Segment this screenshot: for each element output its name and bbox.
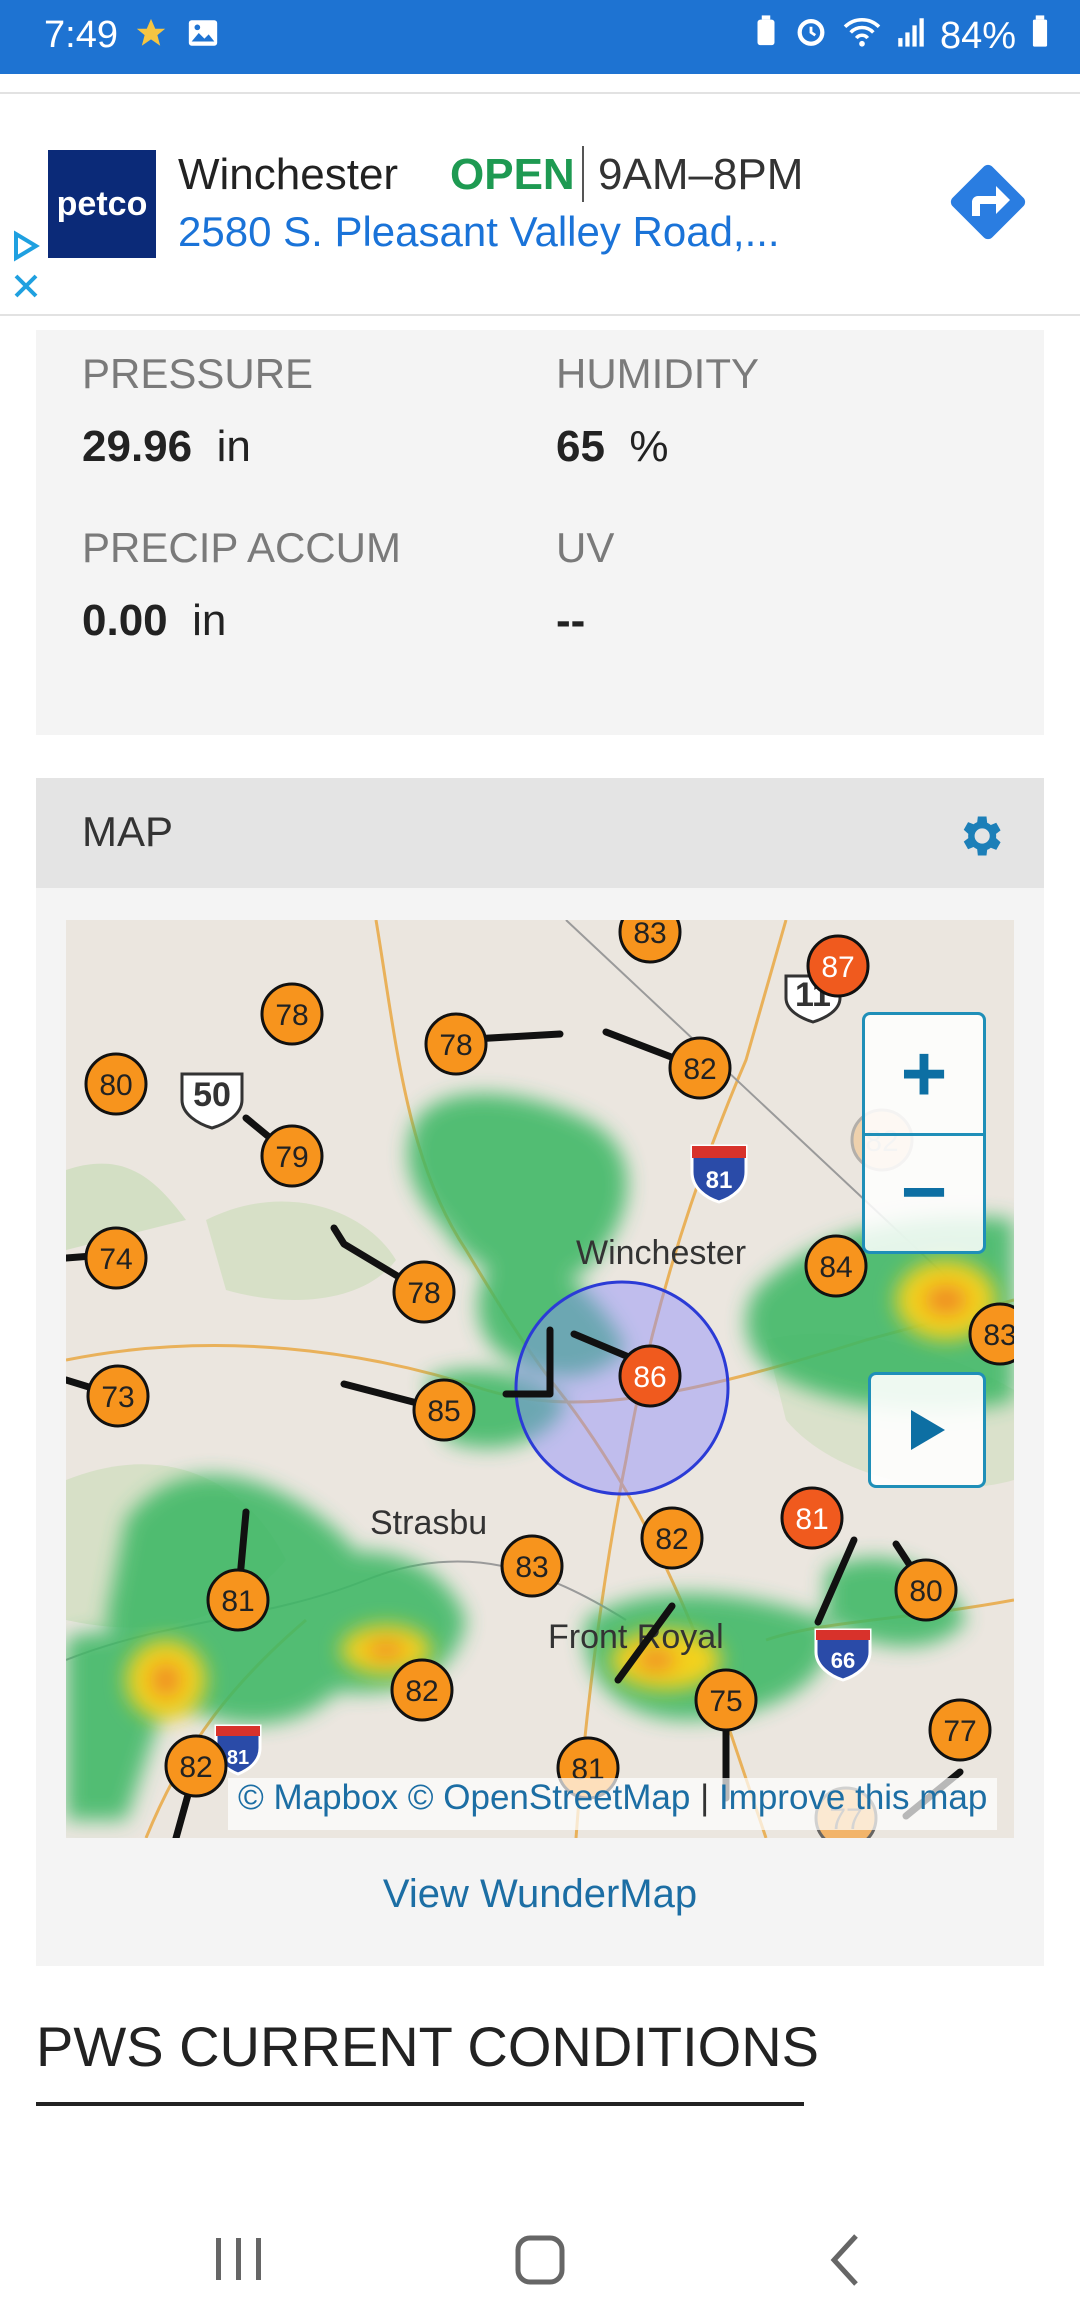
ad-address-link[interactable]: 2580 S. Pleasant Valley Road,... — [178, 208, 780, 256]
station-value: 82 — [405, 1675, 438, 1708]
station-value: 78 — [439, 1029, 472, 1062]
ad-divider — [582, 146, 584, 202]
ad-hours: 9AM–8PM — [598, 150, 804, 199]
station-value: 84 — [819, 1251, 852, 1284]
signal-icon — [896, 14, 926, 58]
ad-open-status: OPEN — [450, 150, 575, 199]
station-marker[interactable]: 82 — [164, 1734, 228, 1798]
station-marker[interactable]: 82 — [640, 1506, 704, 1570]
battery-percent: 84% — [939, 14, 1016, 57]
station-value: 75 — [709, 1685, 742, 1718]
status-bar: 7:49 84% — [0, 0, 1080, 74]
battery-icon — [1030, 14, 1050, 58]
station-marker[interactable]: 80 — [84, 1052, 148, 1116]
pws-heading-underline — [36, 2102, 804, 2106]
svg-text:81: 81 — [706, 1167, 733, 1194]
station-value: 83 — [515, 1551, 548, 1584]
view-wundermap-link[interactable]: View WunderMap — [0, 1872, 1080, 1917]
station-marker[interactable]: 84 — [804, 1234, 868, 1298]
station-marker[interactable]: 85 — [412, 1378, 476, 1442]
status-time: 7:49 — [44, 14, 118, 56]
system-nav-bar — [0, 2196, 1080, 2316]
map-header: MAP — [36, 778, 1044, 888]
ad-store-name: Winchester — [178, 150, 399, 199]
home-button[interactable] — [515, 2235, 565, 2285]
place-strasburg: Strasbu — [370, 1504, 487, 1542]
map-title: MAP — [82, 808, 174, 855]
station-value: 82 — [655, 1523, 688, 1556]
attribution-separator: | — [700, 1778, 710, 1817]
station-marker[interactable]: 80 — [894, 1558, 958, 1622]
directions-icon[interactable] — [940, 154, 1036, 255]
station-marker[interactable]: 77 — [928, 1698, 992, 1762]
station-value: 79 — [275, 1141, 308, 1174]
conditions-card: PRESSURE 29.96 in HUMIDITY 65 % PRECIP A… — [36, 330, 1044, 735]
back-button[interactable] — [830, 2234, 858, 2286]
ad-banner[interactable]: petco Winchester OPEN 9AM–8PM 2580 S. Pl… — [0, 92, 1080, 316]
station-value: 82 — [683, 1053, 716, 1086]
mapbox-link[interactable]: © Mapbox — [238, 1778, 398, 1817]
humidity-label: HUMIDITY — [556, 350, 759, 397]
station-marker[interactable]: 75 — [694, 1668, 758, 1732]
station-value: 78 — [407, 1277, 440, 1310]
station-marker[interactable]: 82 — [668, 1036, 732, 1100]
station-marker[interactable]: 78 — [424, 1012, 488, 1076]
zoom-out-button[interactable]: − — [865, 1133, 983, 1251]
station-marker[interactable]: 81 — [780, 1486, 844, 1550]
svg-text:66: 66 — [831, 1648, 855, 1673]
gear-icon[interactable] — [954, 810, 1006, 867]
place-winchester: Winchester — [576, 1234, 746, 1272]
svg-text:81: 81 — [227, 1747, 249, 1769]
station-value: 80 — [99, 1069, 132, 1102]
svg-text:50: 50 — [193, 1076, 231, 1114]
station-marker[interactable]: 86 — [618, 1344, 682, 1408]
zoom-control: + − — [862, 1012, 986, 1254]
station-value: 77 — [943, 1715, 976, 1748]
station-value: 83 — [983, 1319, 1014, 1352]
station-value: 82 — [179, 1751, 212, 1784]
battery-saver-icon — [752, 14, 780, 58]
station-marker[interactable]: 78 — [392, 1260, 456, 1324]
station-value: 81 — [795, 1503, 828, 1536]
station-value: 85 — [427, 1395, 460, 1428]
precip-value: 0.00 in — [82, 596, 227, 645]
alarm-icon — [794, 14, 828, 58]
humidity-value: 65 % — [556, 422, 669, 471]
station-value: 81 — [221, 1585, 254, 1618]
gallery-icon — [186, 16, 220, 55]
station-value: 83 — [633, 920, 666, 950]
station-marker[interactable]: 79 — [260, 1124, 324, 1188]
station-marker[interactable]: 78 — [260, 982, 324, 1046]
pressure-value: 29.96 in — [82, 422, 251, 471]
recent-apps-button[interactable] — [216, 2238, 261, 2280]
station-marker[interactable]: 81 — [206, 1568, 270, 1632]
petco-logo: petco — [48, 150, 156, 258]
adchoices-icon[interactable] — [10, 226, 44, 311]
precip-label: PRECIP ACCUM — [82, 524, 401, 571]
station-marker[interactable]: 73 — [86, 1364, 150, 1428]
pressure-label: PRESSURE — [82, 350, 314, 397]
uv-label: UV — [556, 524, 615, 571]
improve-map-link[interactable]: Improve this map — [719, 1778, 987, 1817]
station-value: 74 — [99, 1243, 132, 1276]
station-marker[interactable]: 87 — [806, 934, 870, 998]
play-icon — [911, 1410, 945, 1450]
pws-heading: PWS CURRENT CONDITIONS — [36, 2015, 819, 2078]
station-marker[interactable]: 74 — [84, 1226, 148, 1290]
station-marker[interactable]: 83 — [500, 1534, 564, 1598]
map-attribution: © Mapbox © OpenStreetMap | Improve this … — [228, 1778, 998, 1830]
station-value: 80 — [909, 1575, 942, 1608]
star-icon — [134, 16, 168, 55]
radar-play-button[interactable] — [868, 1372, 986, 1488]
station-value: 87 — [821, 951, 854, 984]
wifi-icon — [842, 14, 882, 58]
station-value: 78 — [275, 999, 308, 1032]
station-marker[interactable]: 83 — [968, 1302, 1014, 1366]
station-value: 86 — [633, 1361, 666, 1394]
uv-value: -- — [556, 596, 586, 645]
zoom-in-button[interactable]: + — [865, 1015, 983, 1136]
station-marker[interactable]: 82 — [390, 1658, 454, 1722]
osm-link[interactable]: © OpenStreetMap — [408, 1778, 691, 1817]
station-value: 73 — [101, 1381, 134, 1414]
